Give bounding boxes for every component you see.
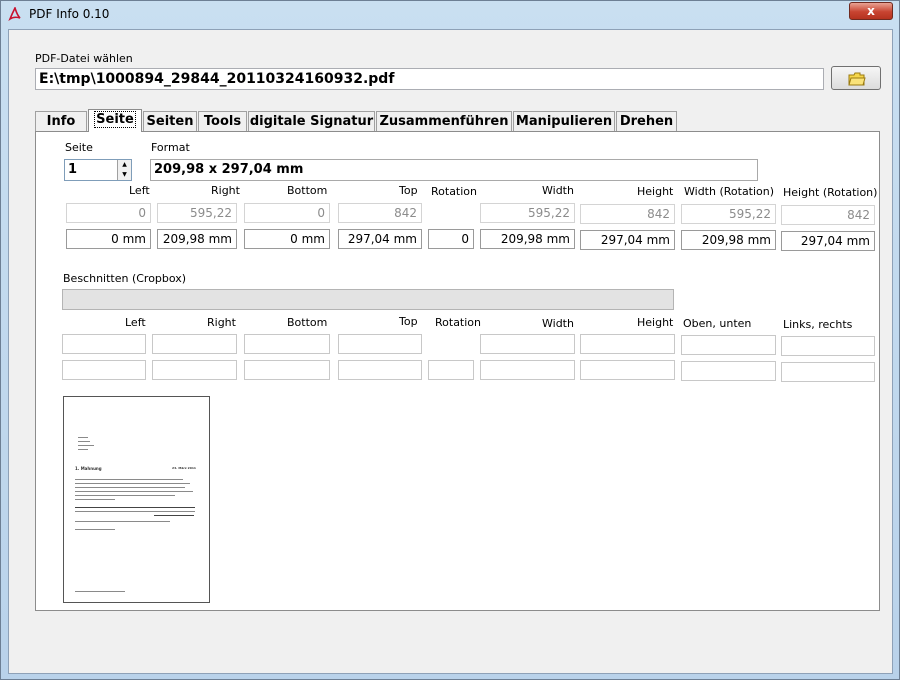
crop-right-1	[152, 334, 237, 354]
title-bar: PDF Info 0.10 x	[1, 1, 899, 27]
mm-width: 209,98 mm	[480, 229, 575, 249]
crop-header-rotation: Rotation	[435, 316, 482, 329]
file-path-input[interactable]: E:\tmp\1000894_29844_20110324160932.pdf	[35, 68, 824, 90]
mm-height-rotation: 297,04 mm	[781, 231, 875, 251]
page-number-value: 1	[68, 162, 78, 177]
browse-button[interactable]	[831, 66, 881, 90]
thumb-heading: 1. Mahnung	[75, 466, 102, 471]
points-bottom: 0	[244, 203, 330, 223]
crop-height-2	[580, 360, 675, 380]
spin-down-button[interactable]: ▼	[117, 170, 131, 180]
client-area: PDF-Datei wählen E:\tmp\1000894_29844_20…	[8, 29, 893, 674]
mm-top: 297,04 mm	[338, 229, 422, 249]
points-height-rotation: 842	[781, 205, 875, 225]
crop-bottom-2	[244, 360, 330, 380]
crop-oben-unten-1	[681, 335, 776, 355]
tab-tools[interactable]: Tools	[198, 111, 247, 131]
page-number-spinner[interactable]: 1 ▲ ▼	[64, 159, 132, 181]
points-left: 0	[66, 203, 151, 223]
tab-drehen[interactable]: Drehen	[616, 111, 677, 131]
mm-width-rotation: 209,98 mm	[681, 230, 776, 250]
crop-left-2	[62, 360, 146, 380]
points-right: 595,22	[157, 203, 237, 223]
points-top: 842	[338, 203, 422, 223]
header-top: Top	[399, 184, 418, 197]
tab-panel-seite: Seite 1 ▲ ▼ Format 209,98 x 297,04 mm Le…	[35, 131, 880, 611]
header-width-rotation: Width (Rotation)	[684, 185, 775, 198]
crop-rotation-2	[428, 360, 474, 380]
crop-oben-unten-2	[681, 361, 776, 381]
crop-left-1	[62, 334, 146, 354]
crop-right-2	[152, 360, 237, 380]
crop-top-2	[338, 360, 422, 380]
folder-icon	[848, 72, 866, 86]
crop-header-height: Height	[637, 316, 674, 329]
crop-width-2	[480, 360, 575, 380]
cropbox-bar	[62, 289, 674, 310]
crop-width-1	[480, 334, 575, 354]
crop-header-links-rechts: Links, rechts	[783, 318, 853, 331]
mm-height: 297,04 mm	[580, 230, 675, 250]
crop-header-top: Top	[399, 315, 418, 328]
tab-info[interactable]: Info	[35, 111, 87, 131]
page-label: Seite	[65, 141, 93, 154]
crop-header-left: Left	[125, 316, 146, 329]
header-left: Left	[129, 184, 150, 197]
crop-links-rechts-1	[781, 336, 875, 356]
spin-up-button[interactable]: ▲	[117, 160, 131, 170]
header-right: Right	[211, 184, 240, 197]
cropbox-label: Beschnitten (Cropbox)	[63, 272, 187, 285]
header-width: Width	[542, 184, 574, 197]
mm-right: 209,98 mm	[157, 229, 237, 249]
crop-header-bottom: Bottom	[287, 316, 328, 329]
mm-bottom: 0 mm	[244, 229, 330, 249]
pdf-page-thumbnail: 1. Mahnung 24. März 2011	[63, 396, 210, 603]
tab-zusammenfuehren[interactable]: Zusammenführen	[376, 111, 512, 131]
window-title: PDF Info 0.10	[29, 7, 110, 21]
tab-seiten[interactable]: Seiten	[143, 111, 197, 131]
header-height: Height	[637, 185, 674, 198]
points-width-rotation: 595,22	[681, 204, 776, 224]
pdf-icon	[8, 7, 21, 21]
crop-header-right: Right	[207, 316, 236, 329]
thumb-date: 24. März 2011	[172, 466, 196, 470]
points-width: 595,22	[480, 203, 575, 223]
crop-height-1	[580, 334, 675, 354]
header-rotation: Rotation	[431, 185, 478, 198]
mm-rotation: 0	[428, 229, 474, 249]
window-frame: PDF Info 0.10 x PDF-Datei wählen E:\tmp\…	[0, 0, 900, 680]
format-value: 209,98 x 297,04 mm	[150, 159, 758, 181]
mm-left: 0 mm	[66, 229, 151, 249]
file-label: PDF-Datei wählen	[35, 52, 133, 65]
header-bottom: Bottom	[287, 184, 328, 197]
tab-digitale-signatur[interactable]: digitale Signatur	[248, 111, 375, 131]
points-height: 842	[580, 204, 675, 224]
tab-manipulieren[interactable]: Manipulieren	[513, 111, 615, 131]
crop-header-oben-unten: Oben, unten	[683, 317, 752, 330]
crop-bottom-1	[244, 334, 330, 354]
tab-seite[interactable]: Seite	[88, 109, 142, 132]
crop-top-1	[338, 334, 422, 354]
format-label: Format	[151, 141, 190, 154]
header-height-rotation: Height (Rotation)	[783, 186, 878, 199]
close-button[interactable]: x	[849, 2, 893, 20]
crop-links-rechts-2	[781, 362, 875, 382]
crop-header-width: Width	[542, 317, 574, 330]
